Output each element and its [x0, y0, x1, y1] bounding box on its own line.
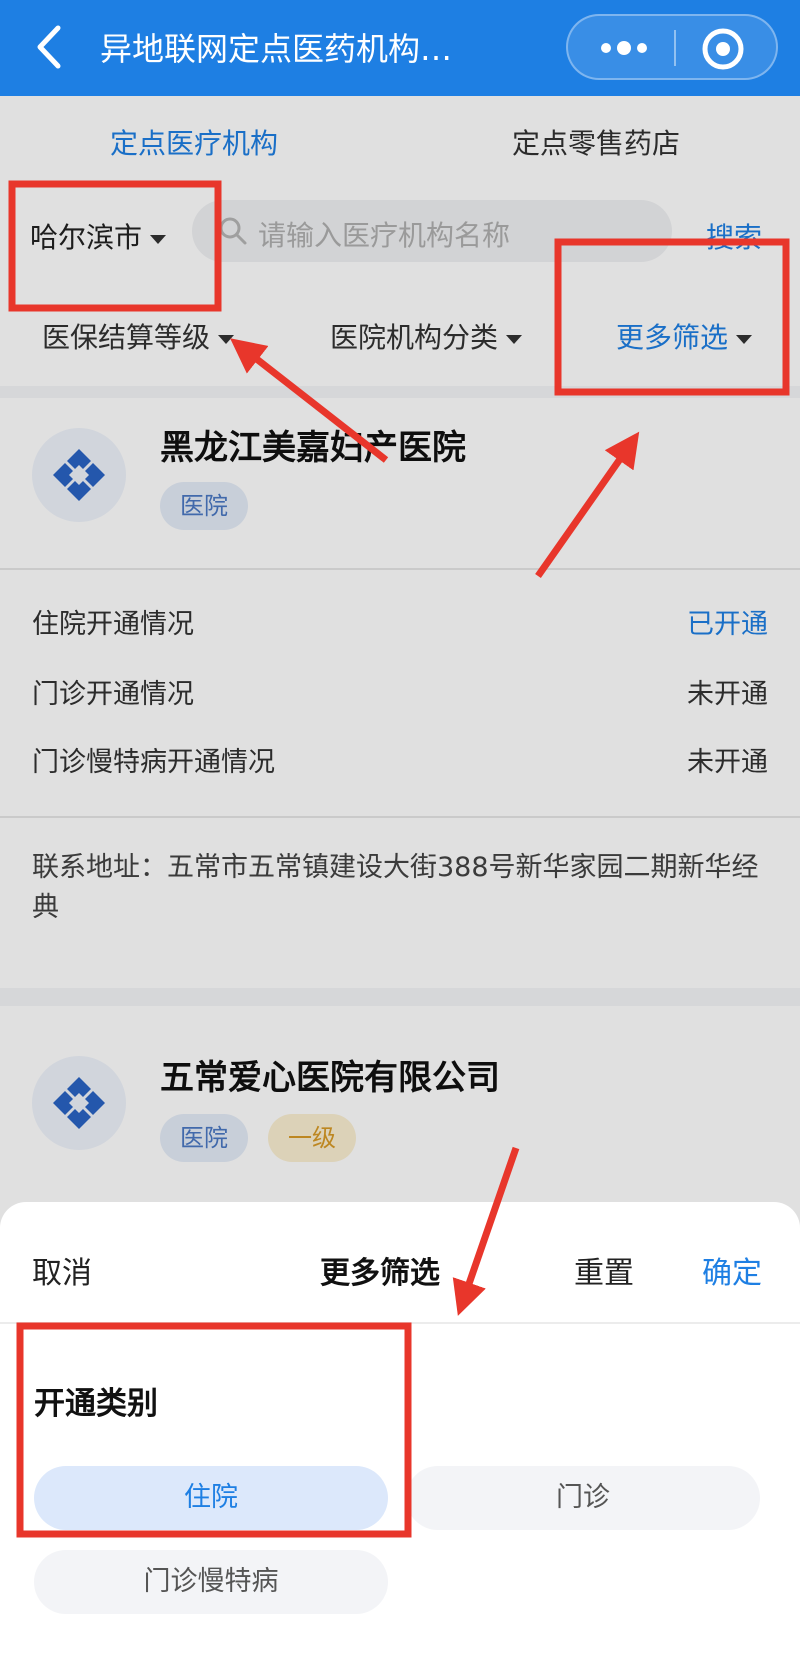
- option-inpatient[interactable]: 住院: [34, 1466, 388, 1530]
- close-button[interactable]: [700, 26, 746, 72]
- section-title: 开通类别: [34, 1386, 158, 1422]
- more-dots-icon: [601, 41, 647, 55]
- capsule-divider: [674, 30, 676, 66]
- mini-program-capsule: [566, 14, 778, 80]
- cancel-button[interactable]: 取消: [32, 1248, 92, 1292]
- sheet-header: 取消 更多筛选 重置 确定: [0, 1202, 800, 1324]
- option-chronic-outpatient[interactable]: 门诊慢特病: [34, 1550, 388, 1614]
- top-nav-bar: 异地联网定点医药机构…: [0, 0, 800, 96]
- reset-button[interactable]: 重置: [574, 1248, 634, 1292]
- back-button[interactable]: [30, 22, 70, 72]
- confirm-button[interactable]: 确定: [702, 1248, 762, 1292]
- target-icon: [702, 28, 744, 70]
- chevron-left-icon: [37, 25, 61, 69]
- sheet-title: 更多筛选: [320, 1256, 440, 1291]
- page-title: 异地联网定点医药机构…: [100, 30, 453, 68]
- option-outpatient[interactable]: 门诊: [406, 1466, 760, 1530]
- more-button[interactable]: [596, 30, 652, 66]
- more-filter-sheet: 取消 更多筛选 重置 确定 开通类别 住院 门诊 门诊慢特病: [0, 1202, 800, 1656]
